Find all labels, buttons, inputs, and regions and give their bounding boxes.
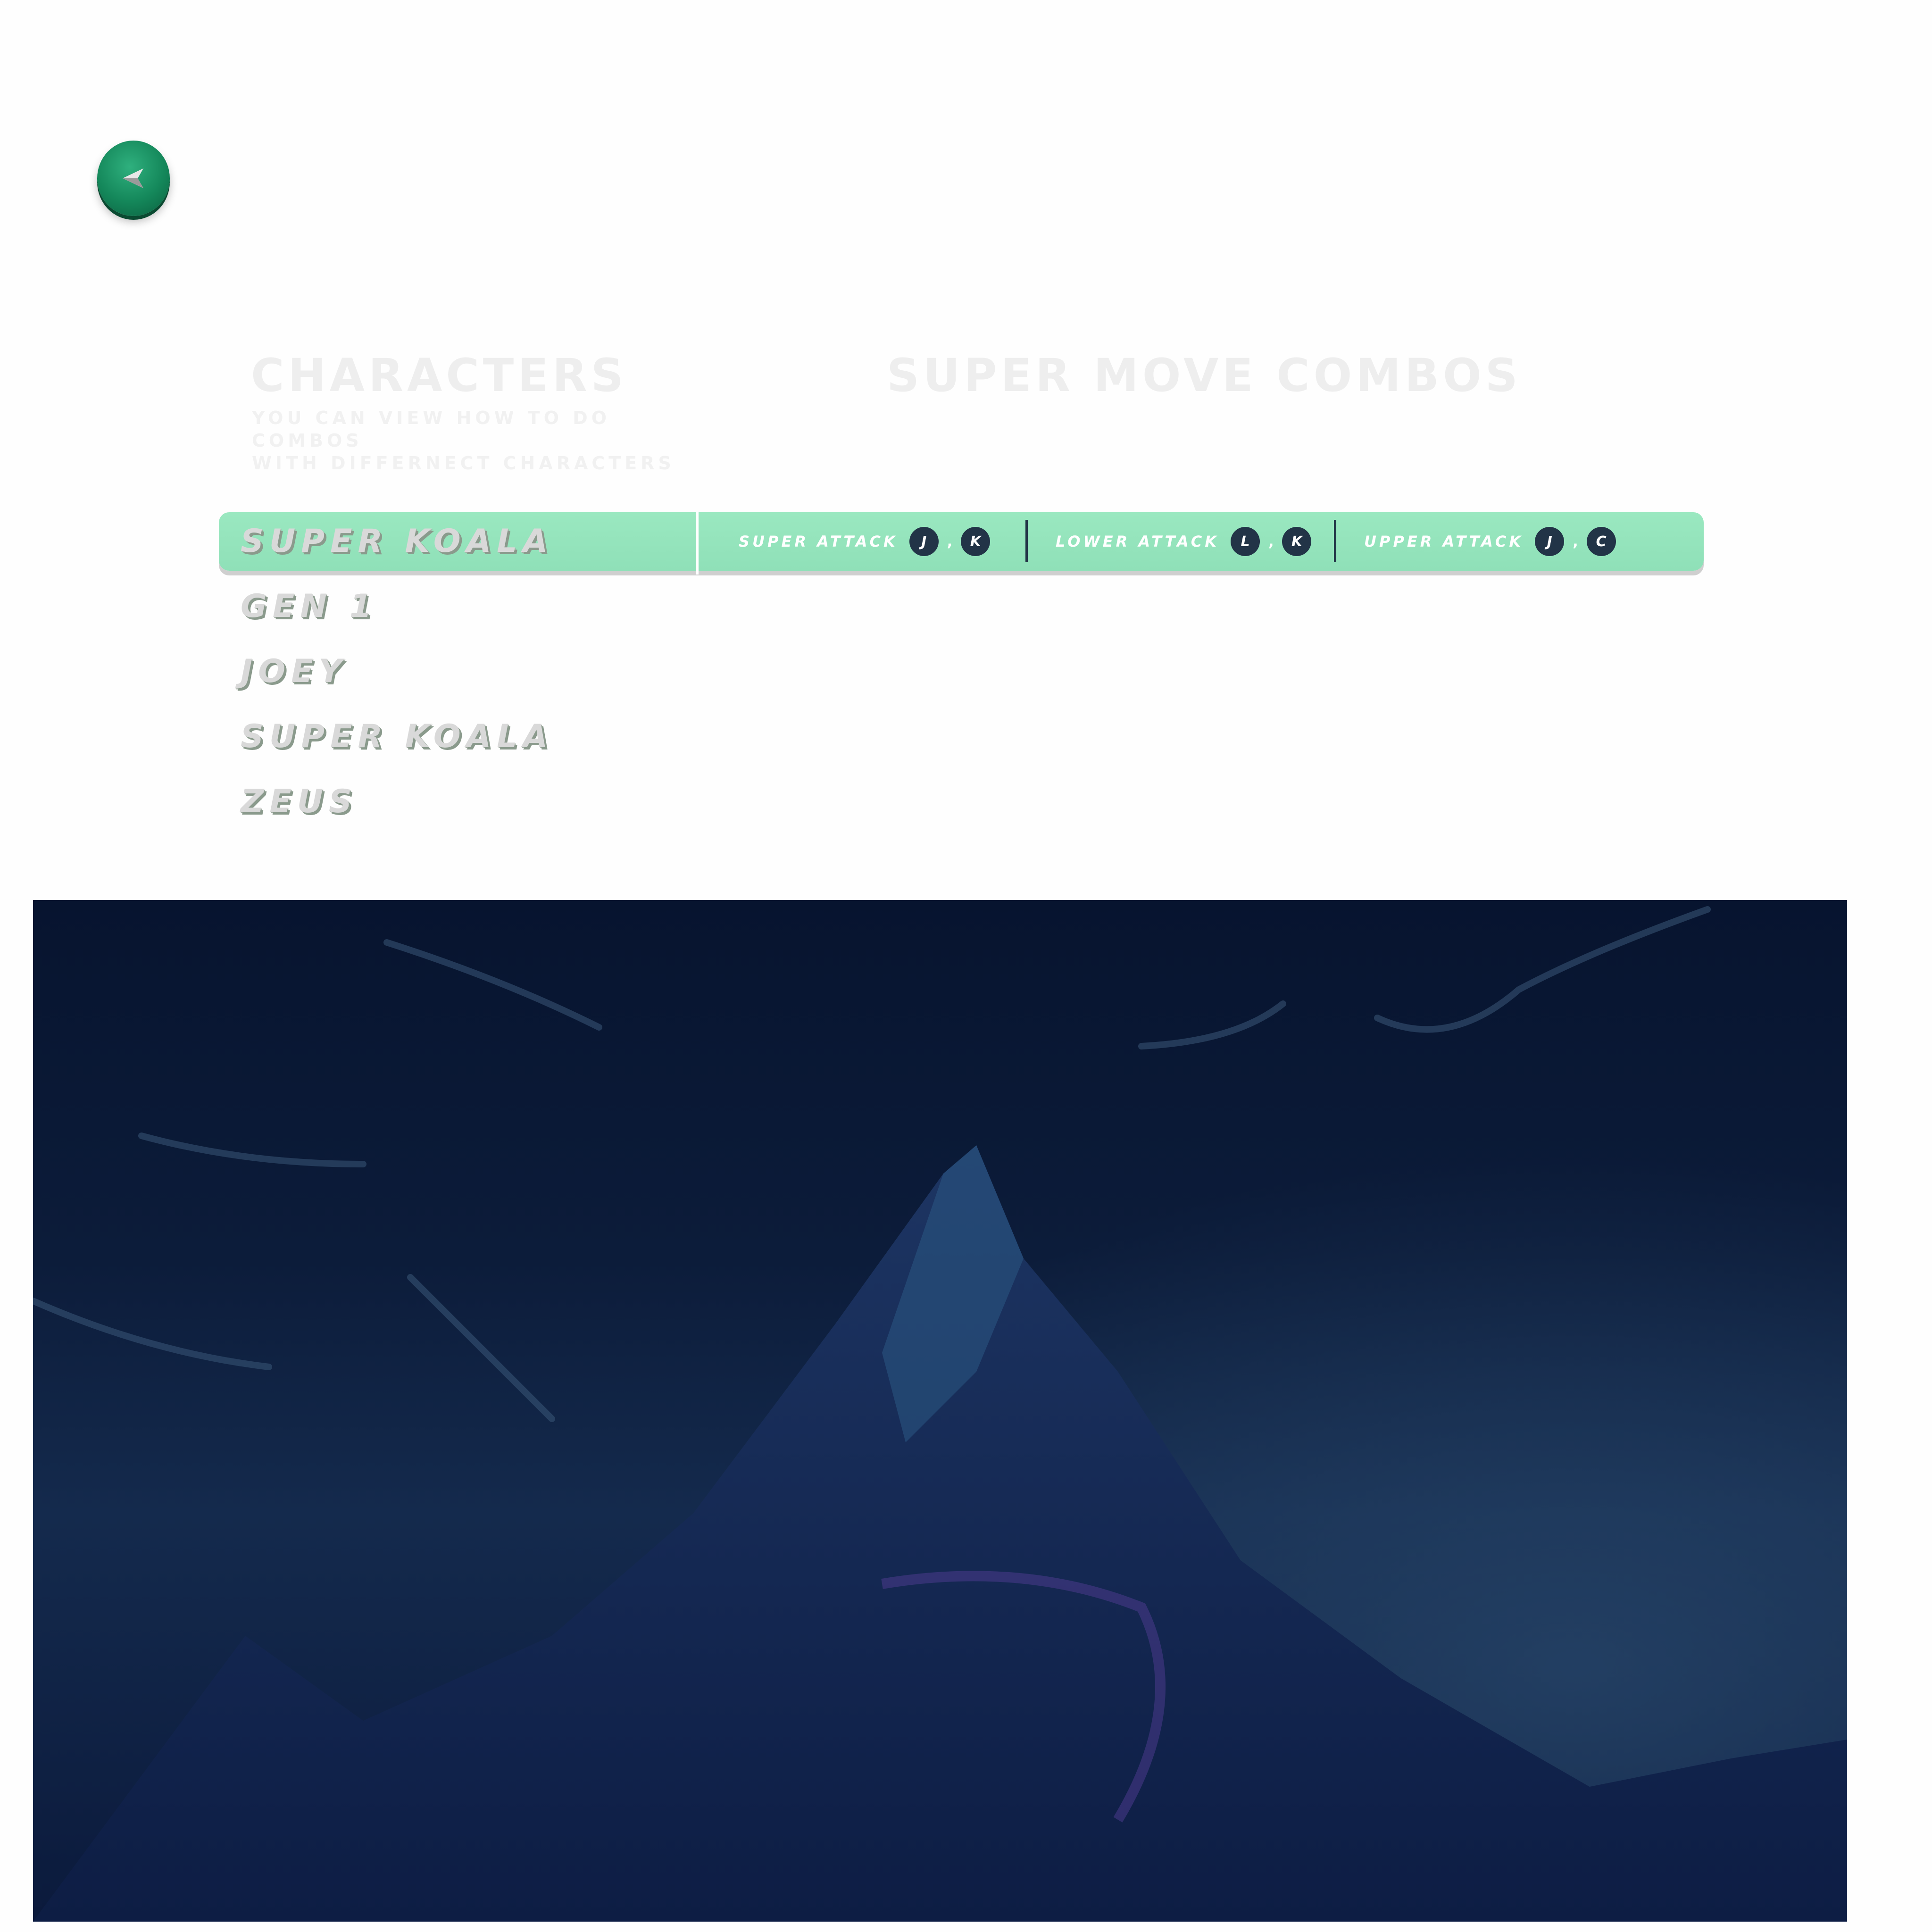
character-item-super-koala[interactable]: SUPER KOALA (241, 708, 553, 773)
character-item-zeus[interactable]: ZEUS (241, 773, 553, 838)
key-badge: K (961, 527, 991, 556)
combo-divider (1334, 520, 1336, 562)
character-item-joey[interactable]: JOEY (241, 642, 553, 708)
key-badge: C (1586, 527, 1616, 556)
back-button[interactable] (97, 141, 170, 216)
combo-upper-attack: UPPER ATTACK J , C (1364, 512, 1616, 571)
key-badge: J (1535, 527, 1565, 556)
characters-subtitle-line1: YOU CAN VIEW HOW TO DO COMBOS (252, 408, 611, 451)
combo-separator: , (1573, 533, 1578, 550)
key-badge: K (1282, 527, 1312, 556)
combo-label: UPPER ATTACK (1364, 533, 1524, 550)
combo-separator: , (947, 533, 953, 550)
combo-divider (1025, 520, 1028, 562)
back-arrow-icon (123, 168, 143, 188)
combo-label: LOWER ATTACK (1056, 533, 1220, 550)
super-move-combos-title: SUPER MOVE COMBOS (887, 349, 1522, 402)
character-list: SUPER KOALA GEN 1 JOEY SUPER KOALA ZEUS (241, 512, 553, 838)
mountain-background-art (33, 900, 1847, 1922)
mountain-illustration (33, 900, 1847, 1922)
combo-lower-attack: LOWER ATTACK L , K (1056, 512, 1312, 571)
character-item-super-koala-selected[interactable]: SUPER KOALA (241, 512, 553, 577)
combo-separator: , (1268, 533, 1274, 550)
row-divider (696, 512, 699, 575)
key-badge: J (909, 527, 939, 556)
characters-title: CHARACTERS (251, 349, 627, 402)
characters-subtitle-line2: WITH DIFFERNECT CHARACTERS (252, 453, 675, 474)
combo-label: SUPER ATTACK (739, 533, 898, 550)
character-item-gen-1[interactable]: GEN 1 (241, 577, 553, 642)
combo-super-attack: SUPER ATTACK J , K (739, 512, 991, 571)
key-badge: L (1231, 527, 1260, 556)
characters-subtitle: YOU CAN VIEW HOW TO DO COMBOS WITH DIFFE… (252, 407, 705, 475)
